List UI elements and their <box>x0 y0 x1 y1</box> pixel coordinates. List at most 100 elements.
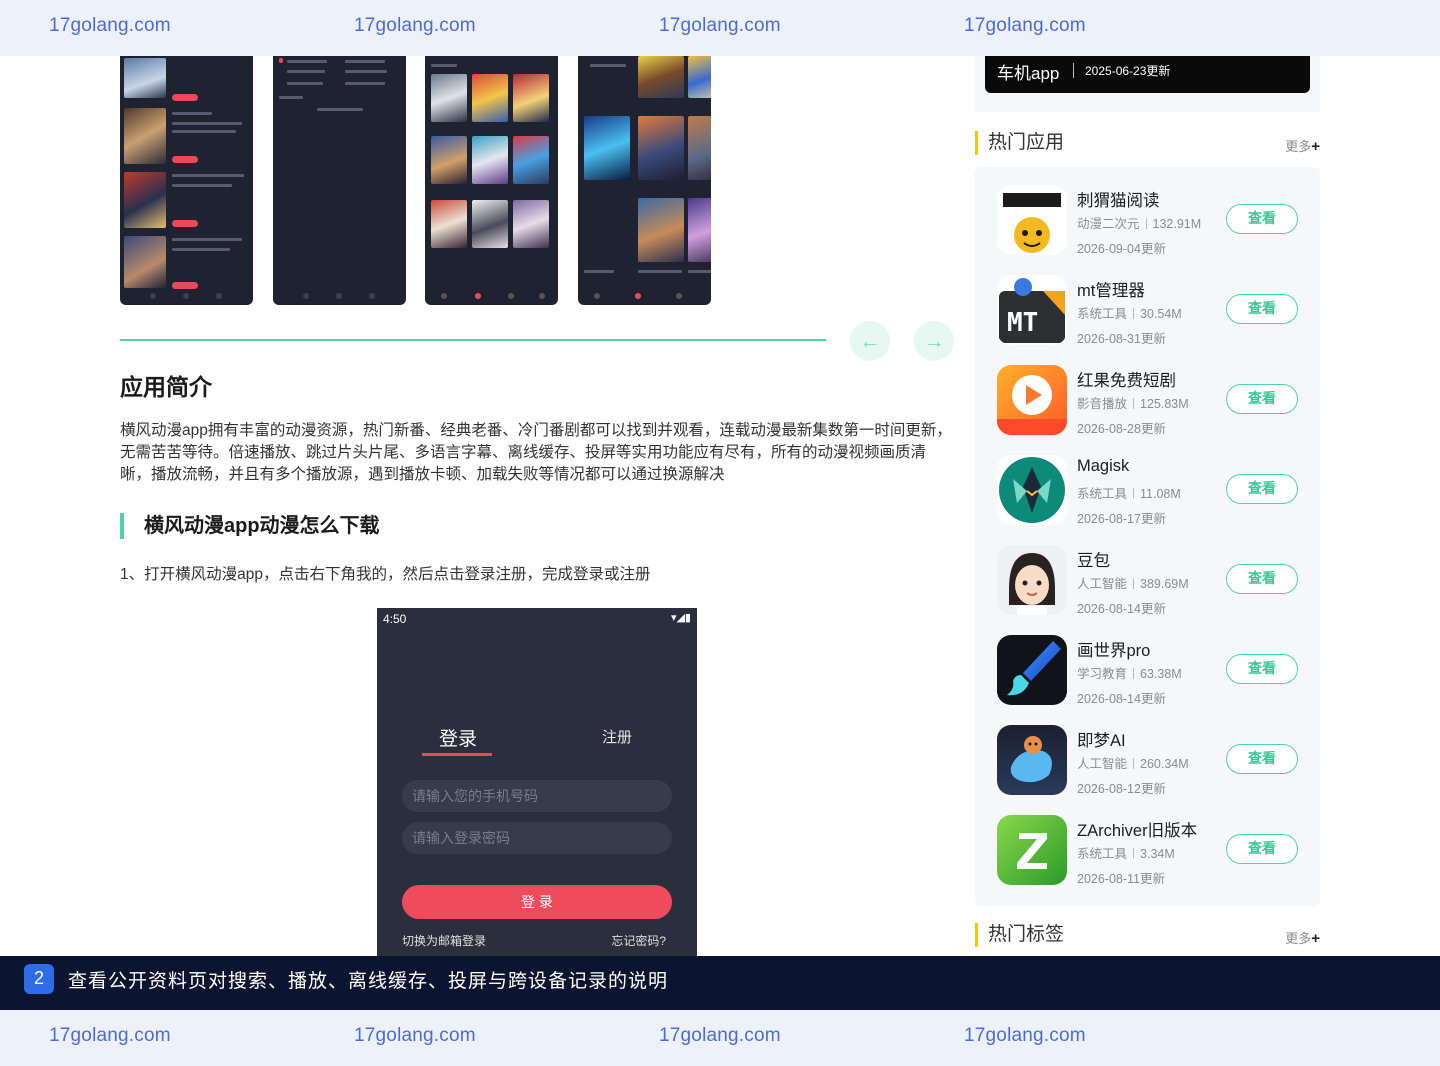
app-category: 影音播放 <box>1077 397 1128 411</box>
app-screenshot[interactable] <box>425 56 558 305</box>
app-size: 125.83M <box>1140 397 1189 411</box>
app-meta: 学习教育 63.38M <box>1077 663 1182 682</box>
view-button[interactable]: 查看 <box>1226 744 1298 774</box>
banner-divider <box>1073 63 1074 78</box>
watermark-bar-bottom: 17golang.com 17golang.com 17golang.com 1… <box>0 1010 1440 1066</box>
banner-title: 车机app <box>997 64 1060 83</box>
status-time: 4:50 <box>383 612 407 626</box>
screenshot-gallery <box>120 56 760 306</box>
hot-tags-more-link[interactable]: 更多+ <box>1285 928 1320 947</box>
view-button[interactable]: 查看 <box>1226 474 1298 504</box>
app-name: 即梦AI <box>1077 732 1126 750</box>
list-item[interactable]: ZArchiver旧版本 系统工具 3.34M 2026-08-11更新 查看 <box>997 815 1302 887</box>
phone-login-screenshot: 4:50 ▾◢▮ 登录 注册 请输入您的手机号码 请输入登录密码 登 录 切换为… <box>377 608 697 956</box>
app-category: 系统工具 <box>1077 847 1128 861</box>
app-meta: 人工智能 389.69M <box>1077 573 1189 592</box>
app-category: 系统工具 <box>1077 487 1128 501</box>
app-meta: 系统工具 11.08M <box>1077 483 1181 502</box>
watermark-text: 17golang.com <box>659 15 781 36</box>
app-size: 3.34M <box>1140 847 1175 861</box>
app-name: 豆包 <box>1077 552 1110 570</box>
watermark-text: 17golang.com <box>964 1025 1086 1046</box>
section-title: 应用简介 <box>120 374 212 400</box>
app-screenshot[interactable] <box>120 56 253 305</box>
watermark-text: 17golang.com <box>659 1025 781 1046</box>
list-item[interactable]: MT mt管理器 系统工具 30.54M 2026-08-31更新 查看 <box>997 275 1302 347</box>
app-screenshot[interactable] <box>578 56 711 305</box>
phone-number-field: 请输入您的手机号码 <box>402 780 672 812</box>
app-name: 刺猬猫阅读 <box>1077 192 1160 210</box>
view-button[interactable]: 查看 <box>1226 834 1298 864</box>
app-screenshot[interactable] <box>273 56 406 305</box>
plus-icon: + <box>1311 138 1320 155</box>
app-meta: 影音播放 125.83M <box>1077 393 1189 412</box>
app-date: 2026-08-17更新 <box>1077 512 1166 526</box>
app-size: 260.34M <box>1140 757 1189 771</box>
app-size: 11.08M <box>1140 487 1181 501</box>
list-item[interactable]: 豆包 人工智能 389.69M 2026-08-14更新 查看 <box>997 545 1302 617</box>
jimeng-ai-icon <box>997 725 1067 795</box>
hot-tags-title: 热门标签 <box>988 924 1065 945</box>
app-size: 30.54M <box>1140 307 1182 321</box>
watermark-text: 17golang.com <box>49 15 171 36</box>
view-button[interactable]: 查看 <box>1226 654 1298 684</box>
intro-paragraph: 横风动漫app拥有丰富的动漫资源，热门新番、经典老番、冷门番剧都可以找到并观看，… <box>120 422 952 483</box>
forgot-password-link: 忘记密码? <box>611 934 666 948</box>
app-name: ZArchiver旧版本 <box>1077 822 1198 840</box>
zarchiver-icon <box>997 815 1067 885</box>
hedgehog-cat-icon <box>997 185 1067 255</box>
hot-apps-list: 刺猬猫阅读 动漫二次元 132.91M 2026-09-04更新 查看 MT mt… <box>975 167 1320 906</box>
step-text: 1、打开横风动漫app，点击右下角我的，然后点击登录注册，完成登录或注册 <box>120 566 651 583</box>
svg-text:MT: MT <box>1007 308 1038 338</box>
app-category: 人工智能 <box>1077 577 1128 591</box>
list-item[interactable]: Magisk 系统工具 11.08M 2026-08-17更新 查看 <box>997 455 1302 527</box>
view-button[interactable]: 查看 <box>1226 204 1298 234</box>
watermark-text: 17golang.com <box>354 15 476 36</box>
magisk-icon <box>997 455 1067 525</box>
paint-brush-icon <box>997 635 1067 705</box>
switch-email-link: 切换为邮箱登录 <box>402 934 487 948</box>
plus-icon: + <box>1311 930 1320 947</box>
app-date: 2026-08-14更新 <box>1077 602 1166 616</box>
app-date: 2026-08-31更新 <box>1077 332 1166 346</box>
app-meta: 系统工具 3.34M <box>1077 843 1175 862</box>
hot-apps-more-link[interactable]: 更多+ <box>1285 136 1320 155</box>
app-name: mt管理器 <box>1077 282 1145 300</box>
app-size: 132.91M <box>1152 217 1202 231</box>
app-date: 2026-08-14更新 <box>1077 692 1166 706</box>
app-date: 2026-09-04更新 <box>1077 242 1166 256</box>
app-size: 63.38M <box>1140 667 1182 681</box>
list-item[interactable]: 红果免费短剧 影音播放 125.83M 2026-08-28更新 查看 <box>997 365 1302 437</box>
banner-date: 2025-06-23更新 <box>1085 64 1171 78</box>
watermark-text: 17golang.com <box>354 1025 476 1046</box>
app-name: Magisk <box>1077 457 1130 475</box>
more-label: 更多 <box>1285 139 1312 154</box>
view-button[interactable]: 查看 <box>1226 384 1298 414</box>
app-date: 2026-08-12更新 <box>1077 782 1166 796</box>
mt-manager-icon: MT <box>997 275 1067 345</box>
hot-apps-title: 热门应用 <box>988 132 1065 153</box>
tab-login-underline <box>422 753 492 756</box>
view-button[interactable]: 查看 <box>1226 564 1298 594</box>
view-button[interactable]: 查看 <box>1226 294 1298 324</box>
list-item[interactable]: 刺猬猫阅读 动漫二次元 132.91M 2026-09-04更新 查看 <box>997 185 1302 257</box>
hot-tags-heading: 热门标签 更多+ <box>975 923 1320 947</box>
app-date: 2026-08-28更新 <box>1077 422 1166 436</box>
caption-number-badge: 2 <box>24 964 54 994</box>
app-size: 389.69M <box>1140 577 1189 591</box>
login-button: 登 录 <box>402 885 672 919</box>
red-fruit-play-icon <box>997 365 1067 435</box>
app-category: 人工智能 <box>1077 757 1128 771</box>
app-name: 红果免费短剧 <box>1077 372 1176 390</box>
watermark-bar-top: 17golang.com 17golang.com 17golang.com 1… <box>0 0 1440 56</box>
caption-text: 查看公开资料页对搜索、播放、离线缓存、投屏与跨设备记录的说明 <box>68 971 669 992</box>
gallery-next-button[interactable]: → <box>914 321 954 361</box>
app-category: 动漫二次元 <box>1077 217 1140 231</box>
list-item[interactable]: 即梦AI 人工智能 260.34M 2026-08-12更新 查看 <box>997 725 1302 797</box>
list-item[interactable]: 画世界pro 学习教育 63.38M 2026-08-14更新 查看 <box>997 635 1302 707</box>
gallery-prev-button[interactable]: ← <box>850 321 890 361</box>
featured-banner[interactable]: 车机app 2025-06-23更新 <box>975 56 1320 112</box>
app-date: 2026-08-11更新 <box>1077 872 1166 886</box>
doubao-avatar-icon <box>997 545 1067 615</box>
status-icons: ▾◢▮ <box>670 612 691 624</box>
